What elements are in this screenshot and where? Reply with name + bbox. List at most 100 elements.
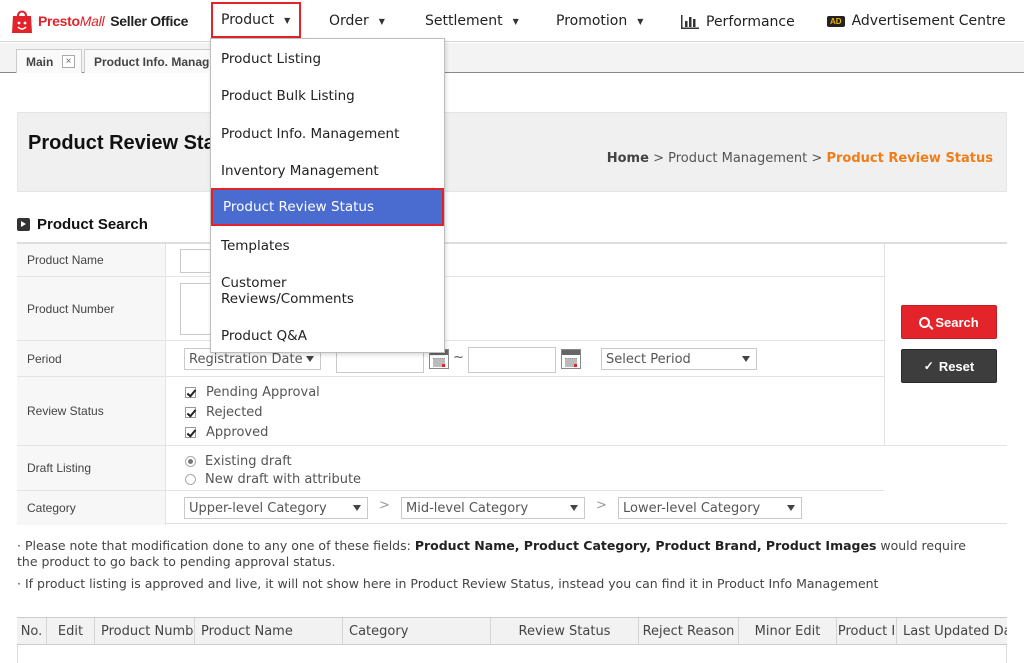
checkbox-approved[interactable]: Approved — [185, 425, 268, 440]
menu-item-templates[interactable]: Templates — [211, 235, 444, 257]
checkbox-label: Approved — [206, 425, 269, 440]
upper-category-select[interactable]: Upper-level Category — [184, 497, 368, 519]
caret-down-icon: ▼ — [284, 15, 291, 25]
radio-label: Existing draft — [205, 454, 292, 469]
breadcrumb-home[interactable]: Home — [607, 151, 649, 166]
search-button[interactable]: Search — [901, 305, 997, 339]
col-no[interactable]: No. — [17, 618, 47, 645]
product-dropdown-menu: Product Listing Product Bulk Listing Pro… — [210, 38, 445, 353]
row-product-number: Product Number — [17, 277, 884, 341]
row-draft-listing: Draft Listing Existing draft New draft w… — [17, 446, 884, 491]
note-bullet: · — [17, 538, 21, 553]
product-search-form: Product Name Product Number Period Regis… — [17, 242, 1007, 525]
top-navigation-bar: PrestoMall Seller Office Product ▼ Order… — [0, 0, 1024, 42]
caret-down-icon: ▼ — [637, 16, 644, 26]
close-icon[interactable]: × — [62, 55, 75, 68]
calendar-icon[interactable] — [561, 349, 581, 369]
col-minor-edit[interactable]: Minor Edit — [739, 618, 837, 645]
nav-settlement[interactable]: Settlement ▼ — [425, 0, 519, 42]
nav-performance[interactable]: Performance — [681, 1, 795, 43]
note-1-fields: Product Name, Product Category, Product … — [414, 538, 877, 553]
menu-item-product-info-management[interactable]: Product Info. Management — [211, 123, 444, 145]
mid-category-select[interactable]: Mid-level Category — [401, 497, 585, 519]
period-type-value: Registration Date — [189, 351, 303, 367]
results-table-body — [17, 645, 1007, 663]
row-category: Category Upper-level Category > Mid-leve… — [17, 491, 884, 525]
date-range-separator: ~ — [453, 350, 464, 365]
search-icon — [919, 316, 931, 328]
label-product-name: Product Name — [17, 244, 166, 276]
note-pending-approval: · Please note that modification done to … — [17, 538, 977, 570]
checkbox-rejected[interactable]: Rejected — [185, 405, 263, 420]
menu-item-product-listing[interactable]: Product Listing — [211, 48, 444, 70]
reset-button-label: Reset — [938, 358, 975, 374]
menu-item-product-bulk-listing[interactable]: Product Bulk Listing — [211, 85, 444, 107]
shopping-bag-logo-icon — [12, 10, 32, 33]
nav-performance-label: Performance — [706, 14, 795, 30]
col-category[interactable]: Category — [343, 618, 491, 645]
breadcrumb-product-management[interactable]: Product Management — [668, 151, 807, 166]
dropdown-arrow-icon — [353, 505, 361, 511]
product-search-title: Product Search — [37, 216, 148, 233]
chevron-right-icon: > — [379, 498, 390, 513]
tab-product-info-management[interactable]: Product Info. Manage — [84, 49, 214, 73]
logo-wordmark: PrestoMall — [38, 13, 105, 29]
lower-category-select[interactable]: Lower-level Category — [618, 497, 802, 519]
product-search-heading: Product Search — [17, 216, 148, 233]
breadcrumb: Home > Product Management > Product Revi… — [607, 151, 993, 166]
row-review-status: Review Status Pending Approval Rejected … — [17, 377, 884, 446]
row-product-name: Product Name — [17, 244, 884, 277]
label-period: Period — [17, 341, 166, 376]
nav-product[interactable]: Product ▼ — [211, 2, 301, 38]
col-review-status[interactable]: Review Status — [491, 618, 639, 645]
menu-item-inventory-management[interactable]: Inventory Management — [211, 160, 444, 182]
breadcrumb-separator: > — [653, 151, 664, 166]
upper-category-value: Upper-level Category — [189, 500, 327, 516]
col-product-name[interactable]: Product Name — [195, 618, 343, 645]
page-header-banner: Product Review Status Home > Product Man… — [17, 112, 1007, 192]
select-period-dropdown[interactable]: Select Period — [601, 348, 757, 370]
nav-order[interactable]: Order ▼ — [329, 0, 385, 42]
menu-item-product-qa[interactable]: Product Q&A — [211, 325, 444, 347]
prestomall-logo[interactable]: PrestoMall Seller Office — [10, 8, 188, 34]
search-actions: Search ✓ Reset — [884, 244, 1007, 446]
checkbox-pending-approval[interactable]: Pending Approval — [185, 385, 320, 400]
tab-product-info-label: Product Info. Manage — [94, 54, 214, 69]
caret-down-icon: ▼ — [512, 16, 519, 26]
tab-main[interactable]: Main × — [16, 49, 82, 73]
select-period-value: Select Period — [606, 351, 691, 367]
nav-promotion[interactable]: Promotion ▼ — [556, 0, 643, 42]
nav-advertisement-centre[interactable]: AD Advertisement Centre — [827, 0, 1006, 42]
dropdown-arrow-icon — [742, 356, 750, 362]
checkbox-label: Rejected — [206, 405, 263, 420]
menu-item-product-review-status[interactable]: Product Review Status — [211, 188, 444, 226]
dropdown-arrow-icon — [787, 505, 795, 511]
caret-down-icon: ▼ — [378, 16, 385, 26]
col-edit[interactable]: Edit — [47, 618, 95, 645]
radio-new-draft-with-attribute[interactable]: New draft with attribute — [185, 472, 361, 487]
menu-item-customer-reviews-comments[interactable]: Customer Reviews/Comments — [211, 273, 381, 309]
note-1-text: Please note that modification done to an… — [24, 538, 415, 553]
col-product-number[interactable]: Product Numbe — [95, 618, 195, 645]
radio-existing-draft[interactable]: Existing draft — [185, 454, 292, 469]
nav-promotion-label: Promotion — [556, 13, 628, 29]
row-period: Period Registration Date ~ Select Period — [17, 341, 884, 377]
label-draft-listing: Draft Listing — [17, 446, 166, 490]
label-product-number: Product Number — [17, 277, 166, 340]
nav-advertisement-label: Advertisement Centre — [851, 13, 1006, 29]
nav-order-label: Order — [329, 13, 369, 29]
note-2-text: If product listing is approved and live,… — [24, 576, 879, 591]
col-product-i[interactable]: Product I — [837, 618, 897, 645]
radio-label: New draft with attribute — [205, 472, 362, 487]
chevron-right-icon: > — [596, 498, 607, 513]
col-reject-reason[interactable]: Reject Reason — [639, 618, 739, 645]
end-date-input[interactable] — [468, 347, 556, 373]
ad-badge-icon: AD — [827, 15, 845, 27]
reset-button[interactable]: ✓ Reset — [901, 349, 997, 383]
breadcrumb-current: Product Review Status — [826, 151, 993, 166]
col-last-updated[interactable]: Last Updated Da — [897, 618, 1007, 645]
breadcrumb-separator: > — [811, 151, 823, 166]
note-approved-live: · If product listing is approved and liv… — [17, 576, 977, 592]
dropdown-arrow-icon — [570, 505, 578, 511]
checkbox-checked-icon — [185, 427, 196, 438]
